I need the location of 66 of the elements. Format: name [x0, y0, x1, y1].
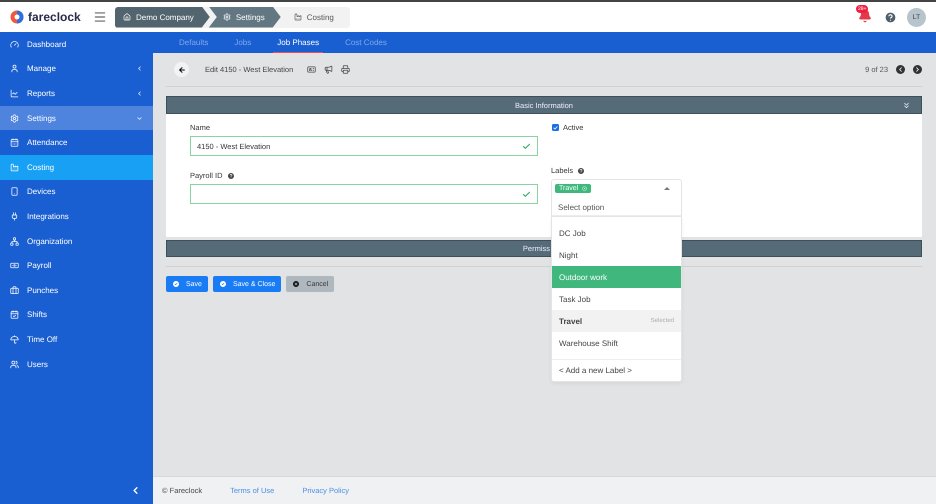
help-icon[interactable] — [884, 10, 897, 24]
sidebar-item[interactable]: Settings — [0, 106, 153, 130]
network-icon — [10, 236, 19, 246]
sidebar-item[interactable]: Attendance — [0, 130, 153, 155]
home-icon — [123, 13, 131, 21]
sidebar-item[interactable]: Devices — [0, 180, 153, 204]
umbrella-icon — [10, 334, 19, 344]
plug-icon — [10, 212, 19, 221]
arrow-left-icon — [178, 66, 186, 74]
calendar-check-icon — [10, 310, 19, 320]
chevron-right-icon — [914, 66, 921, 73]
sidebar-item[interactable]: Shifts — [0, 302, 153, 328]
sidebar-item[interactable]: Manage — [0, 56, 153, 82]
briefcase-icon — [10, 286, 19, 295]
dropdown-option[interactable]: Warehouse Shift — [552, 332, 681, 354]
logo-text: fareclock — [28, 10, 81, 24]
help-icon[interactable] — [226, 172, 235, 180]
factory-icon — [10, 162, 19, 172]
sidebar-item[interactable]: Time Off — [0, 327, 153, 352]
check-icon — [553, 124, 558, 130]
back-button[interactable] — [174, 62, 189, 77]
sidebar-item[interactable]: Organization — [0, 228, 153, 254]
phone-icon — [10, 187, 19, 196]
banknote-icon — [10, 261, 19, 270]
sidebar-item[interactable]: Reports — [0, 81, 153, 106]
breadcrumb-item[interactable]: Settings — [208, 6, 281, 28]
users-icon — [10, 360, 19, 369]
help-icon[interactable] — [577, 166, 586, 174]
next-button[interactable] — [913, 65, 922, 74]
payroll-id-field[interactable] — [190, 184, 538, 204]
check-circle-icon — [172, 280, 180, 288]
double-chevron-icon — [902, 101, 911, 110]
sidebar-item[interactable]: Dashboard — [0, 32, 153, 57]
chevron-left-icon — [897, 66, 904, 73]
sidebar-item[interactable]: Payroll — [0, 253, 153, 278]
sidebar-item[interactable]: Users — [0, 352, 153, 376]
breadcrumb-item[interactable]: Demo Company — [115, 6, 210, 28]
logo-icon — [10, 10, 24, 24]
chevron-left-icon — [136, 90, 143, 97]
previous-button[interactable] — [896, 65, 905, 74]
menu-icon[interactable] — [93, 10, 107, 24]
add-label-option[interactable]: < Add a new Label > — [552, 359, 681, 381]
dropdown-option[interactable]: Night — [552, 244, 681, 266]
check-icon — [522, 142, 531, 150]
line-chart-icon — [10, 88, 19, 98]
calendar-icon — [10, 138, 19, 148]
sidebar-item[interactable]: Punches — [0, 278, 153, 303]
user-icon — [10, 64, 19, 74]
active-checkbox[interactable] — [552, 124, 559, 131]
gauge-icon — [10, 40, 19, 49]
dropdown-option[interactable]: DC Job — [552, 222, 681, 244]
factory-icon — [294, 13, 302, 21]
tab[interactable]: Job Phases — [273, 32, 324, 53]
megaphone-icon[interactable] — [324, 65, 334, 74]
x-circle-icon — [292, 280, 300, 288]
id-card-icon[interactable] — [307, 65, 316, 74]
check-circle-icon — [218, 280, 227, 288]
caret-up-icon — [664, 187, 670, 190]
chevron-down-icon — [136, 114, 143, 122]
chevron-left-icon — [136, 65, 143, 72]
settings-icon — [222, 13, 231, 21]
dropdown-option[interactable]: Task Job — [552, 288, 681, 310]
settings-icon — [10, 114, 19, 123]
sidebar-item[interactable]: Integrations — [0, 204, 153, 229]
check-icon — [522, 190, 531, 198]
print-icon[interactable] — [341, 65, 350, 74]
